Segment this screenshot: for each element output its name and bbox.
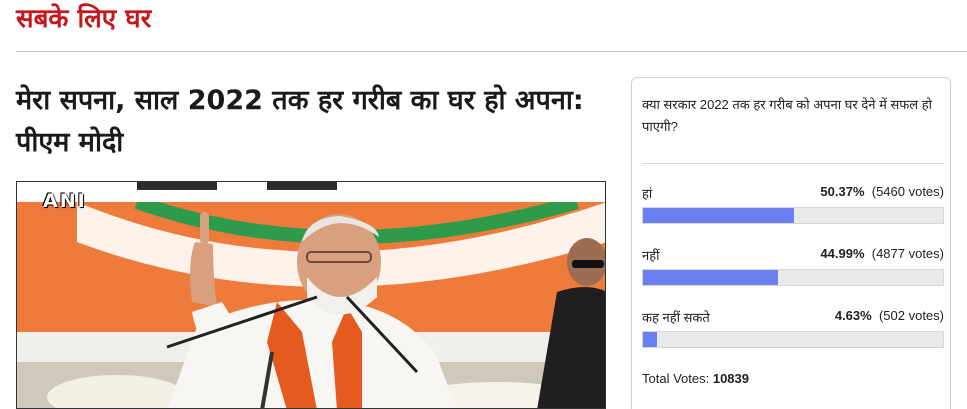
poll-option-votes: (4877 votes) — [871, 246, 944, 261]
ani-watermark: ANI — [43, 190, 87, 212]
poll-option-bar — [642, 331, 944, 348]
poll-option-percent: 44.99% — [820, 246, 865, 261]
poll-option-label: हां — [642, 186, 653, 201]
poll-option-bar-fill — [643, 208, 795, 223]
poll-option-stats: 50.37% (5460 votes) — [820, 184, 944, 199]
poll-option-percent: 50.37% — [820, 184, 865, 199]
poll-option[interactable]: कह नहीं सकते 4.63% (502 votes) — [642, 308, 944, 352]
article-headline[interactable]: मेरा सपना, साल 2022 तक हर गरीब का घर हो … — [16, 80, 606, 164]
poll-option-stats: 4.63% (502 votes) — [835, 308, 944, 323]
poll-option[interactable]: हां 50.37% (5460 votes) — [642, 184, 944, 228]
poll-total-votes: Total Votes: 10839 — [642, 371, 749, 386]
poll-option-label: नहीं — [642, 248, 660, 263]
rally-photo-illustration — [17, 182, 605, 408]
poll-total-value: 10839 — [712, 371, 749, 386]
poll-option-stats: 44.99% (4877 votes) — [820, 246, 944, 261]
poll-option-label: कह नहीं सकते — [642, 310, 710, 325]
poll-divider — [642, 163, 944, 164]
poll-widget: क्या सरकार 2022 तक हर गरीब को अपना घर दे… — [631, 77, 951, 409]
poll-option-bar — [642, 269, 944, 286]
poll-option-bar-fill — [643, 332, 657, 347]
poll-option-bar — [642, 207, 944, 224]
section-title[interactable]: सबके लिए घर — [16, 2, 151, 36]
poll-total-label: Total Votes: — [642, 371, 710, 386]
poll-question: क्या सरकार 2022 तक हर गरीब को अपना घर दे… — [642, 97, 932, 134]
section-divider — [16, 51, 967, 52]
poll-option-votes: (502 votes) — [878, 308, 944, 323]
poll-option-percent: 4.63% — [834, 308, 872, 323]
poll-option[interactable]: नहीं 44.99% (4877 votes) — [642, 246, 944, 290]
article-photo[interactable]: ANI — [16, 181, 606, 409]
poll-option-votes: (5460 votes) — [871, 184, 944, 199]
poll-option-bar-fill — [643, 270, 778, 285]
